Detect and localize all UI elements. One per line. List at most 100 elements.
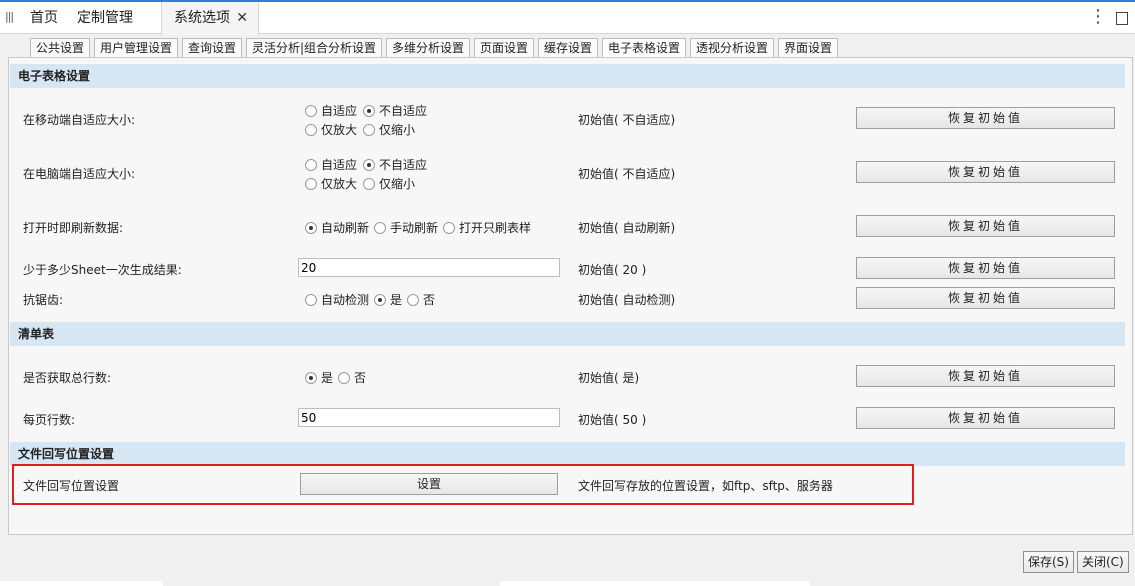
radio-mobile-shrink-only[interactable]: 仅缩小: [363, 121, 415, 138]
radio-dot: [374, 294, 386, 306]
label-sheet-batch: 少于多少Sheet一次生成结果:: [23, 263, 182, 277]
subtab-multidim-analysis[interactable]: 多维分析设置: [386, 38, 471, 58]
radio-label: 打开只刷表样: [459, 221, 532, 235]
initial-value-refresh-on-open: 初始值( 自动刷新): [578, 221, 676, 235]
sheet-batch-input[interactable]: [298, 258, 560, 277]
top-bar: ||| 首页 定制管理 系统选项 ✕ ⋮: [0, 0, 1135, 35]
initial-value-antialias: 初始值( 自动检测): [578, 293, 676, 307]
initial-value-sheet-batch: 初始值( 20 ): [578, 263, 647, 277]
radio-dot: [338, 372, 350, 384]
radio-label: 仅缩小: [379, 123, 416, 137]
section-header-file-writeback: 文件回写位置设置: [10, 442, 1125, 466]
radio-dot: [305, 178, 317, 190]
subtab-interface[interactable]: 界面设置: [778, 38, 839, 58]
maximize-icon[interactable]: [1116, 12, 1128, 25]
subtab-user-management[interactable]: 用户管理设置: [94, 38, 179, 58]
radio-pc-adapt[interactable]: 自适应: [305, 156, 357, 173]
initial-value-page-rows: 初始值( 50 ): [578, 413, 647, 427]
bottom-strip: [0, 581, 163, 586]
radio-dot: [363, 159, 375, 171]
radio-label: 否: [354, 371, 367, 385]
radio-dot: [305, 105, 317, 117]
reset-button-sheet-batch[interactable]: 恢复初始值: [856, 257, 1115, 279]
radio-auto-refresh[interactable]: 自动刷新: [305, 219, 369, 236]
radio-total-rows-no[interactable]: 否: [338, 369, 366, 386]
label-pc-adapt: 在电脑端自适应大小:: [23, 167, 136, 181]
tab-system-options-label: 系统选项: [174, 10, 230, 26]
radio-label: 不自适应: [379, 104, 428, 118]
close-button[interactable]: 关闭(C): [1077, 551, 1129, 573]
nav-home[interactable]: 首页: [30, 2, 58, 34]
save-button[interactable]: 保存(S): [1023, 551, 1074, 573]
radio-label: 是: [390, 293, 403, 307]
radio-manual-refresh[interactable]: 手动刷新: [374, 219, 438, 236]
subtab-cache[interactable]: 缓存设置: [538, 38, 599, 58]
radio-label: 自动刷新: [321, 221, 370, 235]
radio-label: 不自适应: [379, 158, 428, 172]
radio-pc-shrink-only[interactable]: 仅缩小: [363, 175, 415, 192]
radio-dot: [363, 105, 375, 117]
radio-dot: [305, 372, 317, 384]
initial-value-mobile-adapt: 初始值( 不自适应): [578, 113, 676, 127]
radio-dot: [363, 124, 375, 136]
more-options-icon[interactable]: ⋮: [1089, 6, 1107, 27]
page-rows-input[interactable]: [298, 408, 560, 427]
label-refresh-on-open: 打开时即刷新数据:: [23, 221, 124, 235]
radio-label: 否: [423, 293, 436, 307]
radio-label: 仅缩小: [379, 177, 416, 191]
radio-dot: [305, 124, 317, 136]
subtab-spreadsheet[interactable]: 电子表格设置: [602, 38, 687, 59]
nav-custom-management[interactable]: 定制管理: [77, 2, 133, 34]
label-mobile-adapt: 在移动端自适应大小:: [23, 113, 136, 127]
setup-button[interactable]: 设置: [300, 473, 558, 495]
radio-label: 仅放大: [321, 177, 358, 191]
radio-label: 是: [321, 371, 334, 385]
subtab-page[interactable]: 页面设置: [474, 38, 535, 58]
bottom-strip: [500, 581, 810, 586]
reset-button-mobile-adapt[interactable]: 恢复初始值: [856, 107, 1115, 129]
label-page-rows: 每页行数:: [23, 413, 76, 427]
initial-value-pc-adapt: 初始值( 不自适应): [578, 167, 676, 181]
reset-button-page-rows[interactable]: 恢复初始值: [856, 407, 1115, 429]
reset-button-antialias[interactable]: 恢复初始值: [856, 287, 1115, 309]
subtab-flexible-analysis[interactable]: 灵活分析|组合分析设置: [246, 38, 383, 58]
radio-mobile-no-adapt[interactable]: 不自适应: [363, 102, 427, 119]
radio-total-rows-yes[interactable]: 是: [305, 369, 333, 386]
radio-pc-enlarge-only[interactable]: 仅放大: [305, 175, 357, 192]
tab-system-options[interactable]: 系统选项 ✕: [161, 2, 259, 35]
subtab-query[interactable]: 查询设置: [182, 38, 243, 58]
section-header-list-table: 清单表: [10, 322, 1125, 346]
reset-button-pc-adapt[interactable]: 恢复初始值: [856, 161, 1115, 183]
radio-dot: [305, 159, 317, 171]
subtab-pivot-analysis[interactable]: 透视分析设置: [690, 38, 775, 58]
initial-value-total-rows: 初始值( 是): [578, 371, 640, 385]
radio-antialias-no[interactable]: 否: [407, 291, 435, 308]
reset-button-total-rows[interactable]: 恢复初始值: [856, 365, 1115, 387]
subtab-public[interactable]: 公共设置: [30, 38, 91, 58]
radio-dot: [443, 222, 455, 234]
radio-dot: [305, 222, 317, 234]
menu-grip-icon[interactable]: |||: [5, 10, 14, 23]
radio-refresh-style-only[interactable]: 打开只刷表样: [443, 219, 531, 236]
radio-label: 仅放大: [321, 123, 358, 137]
radio-dot: [363, 178, 375, 190]
radio-dot: [374, 222, 386, 234]
label-total-rows: 是否获取总行数:: [23, 371, 112, 385]
file-writeback-description: 文件回写存放的位置设置，如ftp、sftp、服务器: [578, 479, 833, 493]
label-antialias: 抗锯齿:: [23, 293, 64, 307]
radio-mobile-adapt[interactable]: 自适应: [305, 102, 357, 119]
radio-mobile-enlarge-only[interactable]: 仅放大: [305, 121, 357, 138]
label-file-writeback: 文件回写位置设置: [23, 479, 120, 493]
radio-antialias-yes[interactable]: 是: [374, 291, 402, 308]
radio-antialias-auto[interactable]: 自动检测: [305, 291, 369, 308]
close-icon[interactable]: ✕: [236, 2, 248, 34]
radio-dot: [407, 294, 419, 306]
radio-label: 自动检测: [321, 293, 370, 307]
section-header-spreadsheet: 电子表格设置: [10, 64, 1125, 88]
radio-dot: [305, 294, 317, 306]
radio-label: 自适应: [321, 104, 358, 118]
radio-label: 手动刷新: [390, 221, 439, 235]
radio-label: 自适应: [321, 158, 358, 172]
radio-pc-no-adapt[interactable]: 不自适应: [363, 156, 427, 173]
reset-button-refresh-on-open[interactable]: 恢复初始值: [856, 215, 1115, 237]
